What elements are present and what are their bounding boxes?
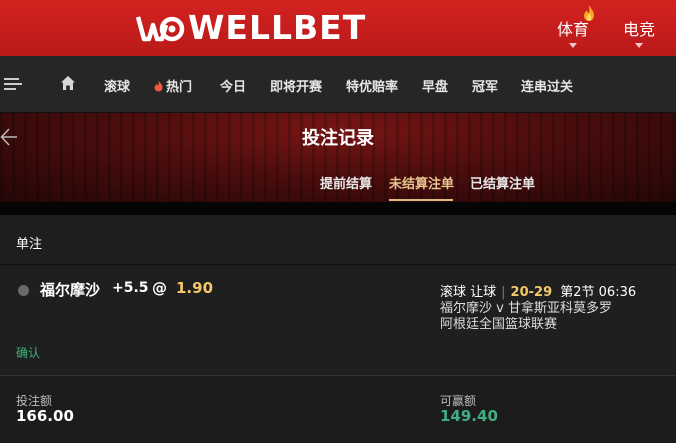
nav-item-hot[interactable]: 热门 — [154, 76, 192, 95]
wellbet-logo-mark-icon — [136, 16, 185, 42]
nav-item-early[interactable]: 早盘 — [422, 76, 448, 95]
bet-type-label: 单注 — [16, 237, 43, 252]
divider — [0, 202, 676, 215]
bet-odds: 1.90 — [176, 279, 214, 297]
nav-item-today[interactable]: 今日 — [220, 76, 246, 95]
brand-logo[interactable]: WELLBET — [136, 10, 366, 46]
league-name: 阿根廷全国篮球联赛 — [440, 317, 558, 332]
bet-history-banner: 投注记录 提前结算 未结算注单 已结算注单 — [0, 113, 676, 202]
stake-value: 166.00 — [16, 407, 74, 425]
at-symbol: @ — [152, 279, 167, 297]
page-title: 投注记录 — [302, 128, 374, 149]
tab-early-cashout[interactable]: 提前结算 — [320, 173, 372, 192]
nav-item-upcoming[interactable]: 即将开赛 — [270, 76, 322, 95]
sports-nav: 滚球 热门 今日 即将开赛 特优赔率 早盘 冠军 连串过关 — [0, 56, 676, 113]
tab-settled-bets[interactable]: 已结算注单 — [470, 173, 535, 192]
active-tab-indicator — [389, 199, 453, 201]
tab-esports[interactable]: 电竞 — [623, 16, 656, 48]
tab-esports-label: 电竞 — [623, 20, 656, 39]
potential-win-value: 149.40 — [440, 407, 498, 425]
top-header: WELLBET 体育 电竞 — [0, 0, 676, 56]
brand-name: WELLBET — [188, 8, 367, 47]
home-icon[interactable] — [60, 75, 76, 91]
menu-icon[interactable] — [4, 78, 22, 92]
nav-item-live[interactable]: 滚球 — [104, 76, 130, 95]
nav-item-boosted-odds[interactable]: 特优赔率 — [346, 76, 398, 95]
fire-icon — [154, 80, 163, 92]
bet-card[interactable]: 福尔摩沙 +5.5 @ 1.90 滚球 让球 | 20-29 第2节 06:36 福… — [0, 266, 676, 376]
bet-amounts: 投注额 166.00 可赢额 149.40 — [0, 377, 676, 443]
tab-unsettled-bets[interactable]: 未结算注单 — [389, 173, 454, 192]
status-dot-icon — [18, 285, 29, 296]
nav-item-parlay[interactable]: 连串过关 — [521, 76, 573, 95]
tab-sports-label: 体育 — [557, 20, 590, 39]
chevron-down-icon — [635, 43, 643, 48]
nav-item-hot-label: 热门 — [166, 80, 193, 95]
chevron-down-icon — [569, 43, 577, 48]
tab-sports[interactable]: 体育 — [557, 16, 590, 48]
bet-selection: 福尔摩沙 — [40, 281, 101, 299]
bet-type-header: 单注 — [0, 215, 676, 265]
nav-item-outright[interactable]: 冠军 — [472, 76, 498, 95]
bet-status: 确认 — [16, 346, 41, 360]
bet-handicap: +5.5 — [112, 280, 149, 296]
